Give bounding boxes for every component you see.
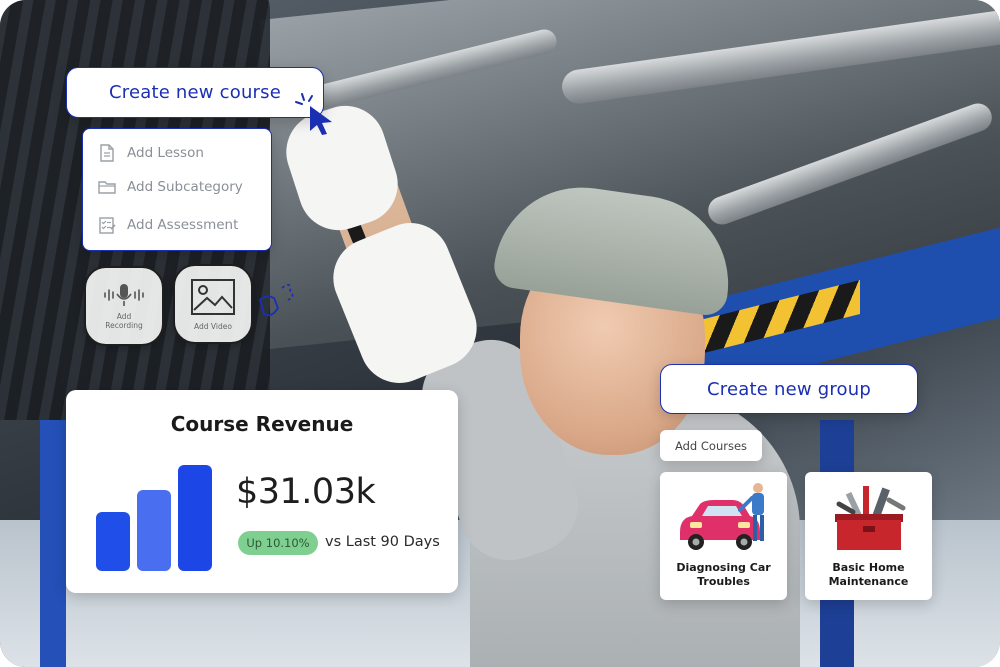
menu-item-add-subcategory[interactable]: Add Subcategory xyxy=(97,177,243,197)
add-courses-label: Add Courses xyxy=(674,438,748,453)
revenue-bar xyxy=(178,465,212,571)
course-card-label: Diagnosing Car Troubles xyxy=(676,561,771,588)
menu-item-add-lesson[interactable]: Add Lesson xyxy=(97,143,204,163)
menu-item-label: Add Lesson xyxy=(127,145,204,161)
toolbox-icon xyxy=(835,486,906,550)
folder-icon xyxy=(98,181,116,194)
menu-item-add-assessment[interactable]: Add Assessment xyxy=(97,215,238,235)
menu-item-label: Add Assessment xyxy=(127,217,239,233)
revenue-change-badge: Up 10.10% xyxy=(238,531,318,555)
revenue-bars xyxy=(96,390,216,593)
add-video-button[interactable]: Add Video xyxy=(173,264,253,344)
revenue-comparison: vs Last 90 Days xyxy=(325,534,440,550)
create-new-group-button[interactable]: Create new group xyxy=(660,364,918,414)
hero-image-frame: Create new course Add Lesson Add Subcate… xyxy=(0,0,1000,667)
create-new-course-label: Create new course xyxy=(108,82,282,103)
car-mechanic-icon xyxy=(680,483,764,550)
course-card-basic-home-maintenance[interactable]: Basic Home Maintenance xyxy=(805,472,932,600)
course-card-label: Basic Home Maintenance xyxy=(828,561,909,588)
revenue-bar xyxy=(96,512,130,571)
revenue-amount: $31.03k xyxy=(236,472,376,512)
mouse-cursor-icon xyxy=(295,93,332,135)
course-revenue-card: Course Revenue $31.03k Up 10.10% vs Last… xyxy=(66,390,458,593)
document-icon xyxy=(100,144,114,162)
add-recording-label-1: Add xyxy=(116,312,132,321)
drag-hand-icon xyxy=(258,283,294,317)
add-recording-button[interactable]: Add Recording xyxy=(84,266,164,346)
create-new-group-label: Create new group xyxy=(707,378,871,400)
course-card-diagnosing-car-troubles[interactable]: Diagnosing Car Troubles xyxy=(660,472,787,600)
add-courses-button[interactable]: Add Courses xyxy=(660,430,762,461)
revenue-bar xyxy=(137,490,171,571)
microphone-icon xyxy=(104,284,144,306)
checklist-icon xyxy=(99,217,116,234)
add-recording-label-2: Recording xyxy=(105,321,143,330)
add-video-label: Add Video xyxy=(194,321,232,331)
menu-item-label: Add Subcategory xyxy=(127,179,243,195)
course-add-menu: Add Lesson Add Subcategory Add Assessmen… xyxy=(82,128,272,251)
create-new-course-button[interactable]: Create new course xyxy=(66,67,324,118)
image-icon xyxy=(191,278,235,315)
lift-post xyxy=(40,420,66,667)
